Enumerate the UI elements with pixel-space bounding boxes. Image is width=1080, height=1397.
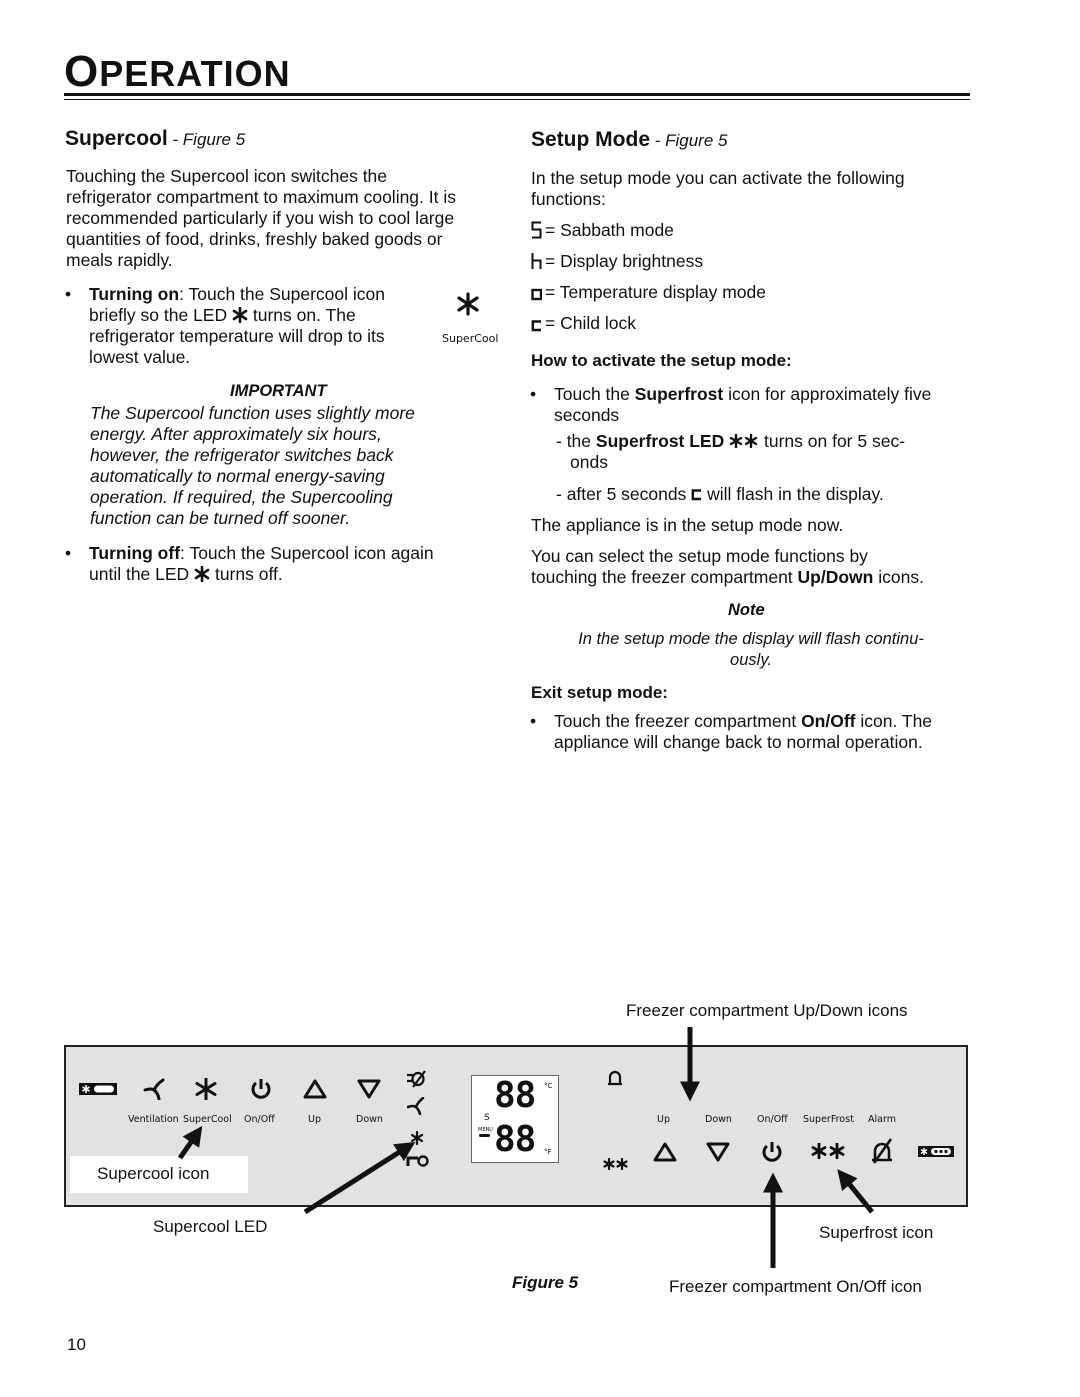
- supercool-button-icon[interactable]: [195, 1078, 217, 1100]
- callout-supercool-led: Supercool LED: [153, 1217, 268, 1236]
- setup-function-list: = Sabbath mode = Display brightness = Te…: [531, 220, 931, 344]
- turning-on-item: • Turning on: Touch the Supercool icon b…: [65, 284, 386, 367]
- freezer-power-icon[interactable]: [760, 1140, 784, 1164]
- header-rule: [64, 93, 970, 96]
- freezer-up-icon[interactable]: [653, 1142, 677, 1162]
- important-title: IMPORTANT: [230, 382, 327, 400]
- page-number: 10: [67, 1335, 86, 1354]
- display-unit-f: °F: [544, 1148, 552, 1156]
- label-fridge-up: Up: [308, 1114, 321, 1125]
- select-functions-text: You can select the setup mode functions …: [531, 546, 924, 587]
- setup-heading: Setup Mode - Figure 5: [531, 128, 728, 151]
- superfrost-button-icon[interactable]: [811, 1143, 845, 1159]
- exit-item: • Touch the freezer compartment On/Off i…: [530, 711, 933, 752]
- ventilation-indicator-icon: [407, 1097, 425, 1115]
- setup-intro: In the setup mode you can activate the f…: [531, 168, 905, 209]
- supercool-side-label: SuperCool: [442, 332, 499, 345]
- display-digits-top: 88: [494, 1075, 536, 1116]
- label-fridge-down: Down: [356, 1114, 383, 1125]
- important-text: The Supercool function uses slightly mor…: [90, 403, 415, 528]
- activate-subitem-flash: - after 5 seconds will flash in the disp…: [556, 484, 884, 504]
- callout-freezer-onoff: Freezer compartment On/Off icon: [669, 1277, 922, 1296]
- temp-display-segment-icon: [531, 288, 542, 301]
- label-freezer-down: Down: [705, 1114, 732, 1125]
- alarm-bell-indicator-icon: [608, 1070, 622, 1086]
- fridge-down-icon[interactable]: [357, 1079, 381, 1099]
- label-ventilation: Ventilation: [128, 1114, 179, 1125]
- supercool-side-icon: [457, 292, 479, 316]
- superfrost-led-icon: [729, 433, 758, 449]
- page-title: OPERATION: [64, 47, 291, 96]
- activate-subitem-led: - the Superfrost LED turns on for 5 sec-…: [556, 431, 906, 472]
- exit-heading: Exit setup mode:: [531, 683, 668, 702]
- display-unit-c: °C: [544, 1082, 553, 1090]
- setup-function-child-lock: = Child lock: [531, 313, 931, 344]
- note-text: In the setup mode the display will flash…: [578, 630, 924, 669]
- alarm-mute-icon[interactable]: [870, 1137, 894, 1165]
- child-lock-segment-icon: [531, 320, 541, 332]
- activate-heading: How to activate the setup mode:: [531, 351, 792, 370]
- ventilation-icon[interactable]: [143, 1078, 167, 1100]
- supercool-led-icon: [194, 565, 210, 583]
- callout-superfrost-icon: Superfrost icon: [819, 1223, 934, 1242]
- supercool-led-indicator-icon: [410, 1131, 424, 1145]
- supercool-heading: Supercool - Figure 5: [65, 127, 246, 150]
- header-rule-thin: [64, 99, 970, 100]
- label-freezer-onoff: On/Off: [757, 1114, 788, 1125]
- callout-supercool-icon: Supercool icon: [97, 1164, 210, 1183]
- child-lock-key-icon: [406, 1155, 429, 1167]
- display-sabbath-s: S: [484, 1113, 490, 1123]
- fridge-up-icon[interactable]: [303, 1079, 327, 1099]
- sabbath-segment-icon: [531, 221, 542, 239]
- turning-off-item: • Turning off: Touch the Supercool icon …: [65, 543, 434, 584]
- label-supercool: SuperCool: [183, 1114, 232, 1125]
- child-lock-segment-icon: [691, 489, 702, 501]
- supercool-led-icon: [232, 306, 248, 324]
- callout-updown: Freezer compartment Up/Down icons: [626, 1001, 908, 1020]
- superfrost-led-indicator-icon: [603, 1158, 628, 1170]
- setup-mode-status: The appliance is in the setup mode now.: [531, 515, 844, 535]
- supercool-intro: Touching the Supercool icon switches the…: [66, 166, 456, 270]
- label-fridge-onoff: On/Off: [244, 1114, 275, 1125]
- note-title: Note: [728, 601, 765, 619]
- fridge-indicator-icon: [79, 1083, 117, 1095]
- setup-function-temp-display: = Temperature display mode: [531, 282, 931, 313]
- display-menu-label: MENU: [478, 1127, 493, 1133]
- brightness-segment-icon: [531, 253, 542, 269]
- freezer-indicator-icon: [918, 1146, 954, 1157]
- figure-caption: Figure 5: [512, 1273, 579, 1292]
- display-digits-bottom: 88: [494, 1119, 536, 1160]
- label-alarm: Alarm: [868, 1114, 896, 1125]
- label-freezer-up: Up: [657, 1114, 670, 1125]
- setup-function-sabbath: = Sabbath mode: [531, 220, 931, 251]
- freezer-down-icon[interactable]: [706, 1142, 730, 1162]
- display-menu-bar: [479, 1134, 490, 1137]
- activate-item: • Touch the Superfrost icon for approxim…: [530, 384, 932, 425]
- setup-function-brightness: = Display brightness: [531, 251, 931, 282]
- alarm-off-indicator-icon: [407, 1070, 426, 1088]
- label-superfrost: SuperFrost: [803, 1114, 854, 1125]
- fridge-power-icon[interactable]: [249, 1077, 273, 1101]
